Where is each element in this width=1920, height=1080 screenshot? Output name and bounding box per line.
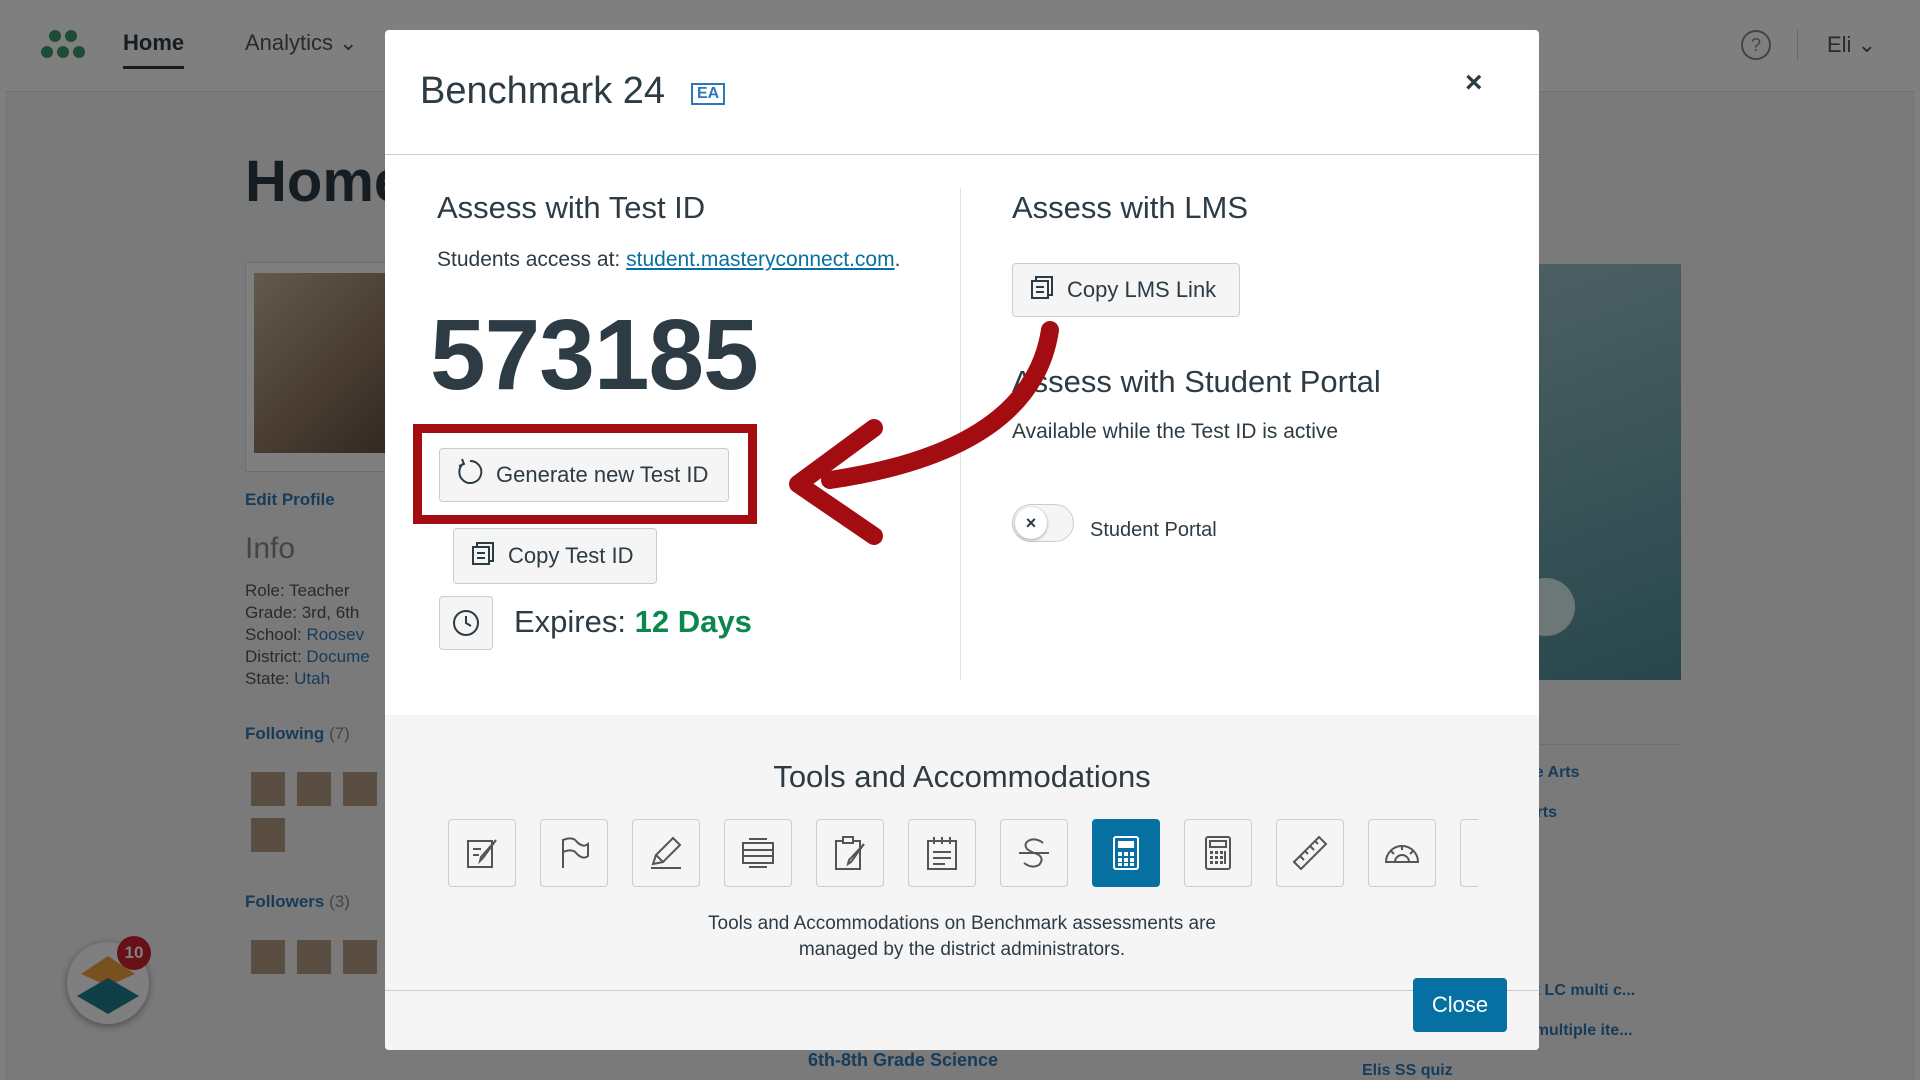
basic-calculator-icon[interactable] (1092, 819, 1160, 887)
tools-title: Tools and Accommodations (773, 759, 1151, 794)
tools-section: Tools and Accommodations Tools and Accom… (385, 715, 1539, 990)
scientific-calculator-icon[interactable] (1184, 819, 1252, 887)
student-portal-label: Student Portal (1090, 519, 1217, 541)
student-access-text: Students access at: student.masteryconne… (437, 248, 900, 272)
tutorial-arrow-icon (789, 321, 1059, 545)
expires-label: Expires: (514, 604, 626, 639)
test-id-value: 573185 (430, 299, 759, 411)
copy-icon (470, 540, 496, 572)
modal-footer (385, 990, 1539, 1050)
ruler-icon[interactable] (1276, 819, 1344, 887)
lms-section-title: Assess with LMS (1012, 190, 1249, 225)
copy-icon (1029, 274, 1055, 306)
highlighter-icon[interactable] (632, 819, 700, 887)
edit-note-icon[interactable] (448, 819, 516, 887)
expires-value: 12 Days (634, 604, 752, 639)
partial-tool-icon[interactable] (1460, 819, 1478, 887)
tools-note-line1: Tools and Accommodations on Benchmark as… (708, 913, 1216, 934)
strikethrough-icon[interactable] (1000, 819, 1068, 887)
flag-icon[interactable] (540, 819, 608, 887)
notepad-icon[interactable] (908, 819, 976, 887)
expires-text: Expires: 12 Days (514, 604, 752, 640)
access-suffix: . (894, 248, 901, 271)
copy-test-id-label: Copy Test ID (508, 543, 634, 568)
protractor-icon[interactable] (1368, 819, 1436, 887)
clipboard-edit-icon[interactable] (816, 819, 884, 887)
copy-lms-link-label: Copy LMS Link (1067, 277, 1217, 302)
ea-badge: EA (691, 83, 726, 105)
tutorial-highlight-box (413, 424, 757, 524)
copy-test-id-button[interactable]: Copy Test ID (453, 528, 657, 584)
test-id-section-title: Assess with Test ID (437, 190, 706, 225)
access-prefix: Students access at: (437, 248, 621, 271)
modal-header: Benchmark 24 EA × (385, 30, 1539, 155)
student-access-link[interactable]: student.masteryconnect.com (626, 248, 894, 271)
copy-lms-link-button[interactable]: Copy LMS Link (1012, 263, 1240, 317)
tools-note-line2: managed by the district administrators. (798, 939, 1126, 960)
clock-icon (439, 596, 493, 650)
close-icon[interactable]: × (1465, 66, 1483, 100)
close-button[interactable]: Close (1413, 978, 1507, 1032)
line-reader-icon[interactable] (724, 819, 792, 887)
tools-row (448, 817, 1478, 889)
modal-title: Benchmark 24 (420, 70, 666, 112)
tools-note: Tools and Accommodations on Benchmark as… (385, 911, 1539, 963)
